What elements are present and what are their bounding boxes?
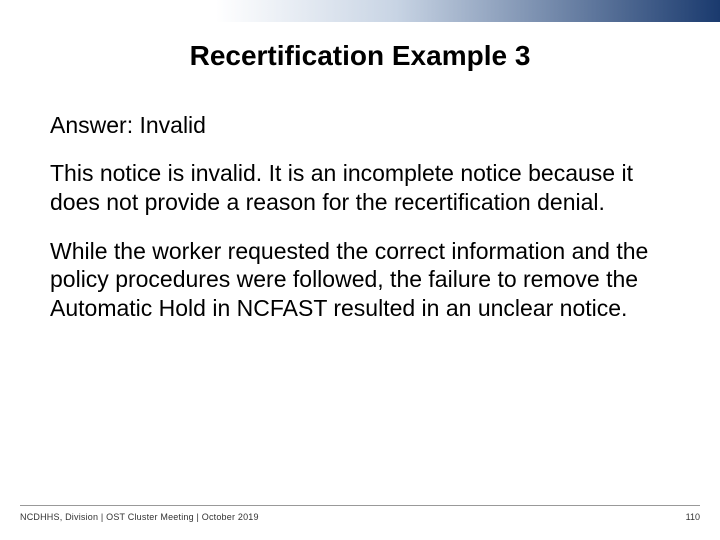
slide-title: Recertification Example 3 xyxy=(0,40,720,72)
page-number: 110 xyxy=(686,512,700,522)
footer-divider xyxy=(20,505,700,506)
header-gradient-bar xyxy=(0,0,720,22)
paragraph-1: This notice is invalid. It is an incompl… xyxy=(50,159,670,217)
paragraph-2: While the worker requested the correct i… xyxy=(50,237,670,323)
answer-line: Answer: Invalid xyxy=(50,112,670,139)
slide-content: Answer: Invalid This notice is invalid. … xyxy=(0,112,720,323)
footer-left-text: NCDHHS, Division | OST Cluster Meeting |… xyxy=(20,512,259,522)
slide-footer: NCDHHS, Division | OST Cluster Meeting |… xyxy=(0,505,720,522)
footer-row: NCDHHS, Division | OST Cluster Meeting |… xyxy=(20,512,700,522)
